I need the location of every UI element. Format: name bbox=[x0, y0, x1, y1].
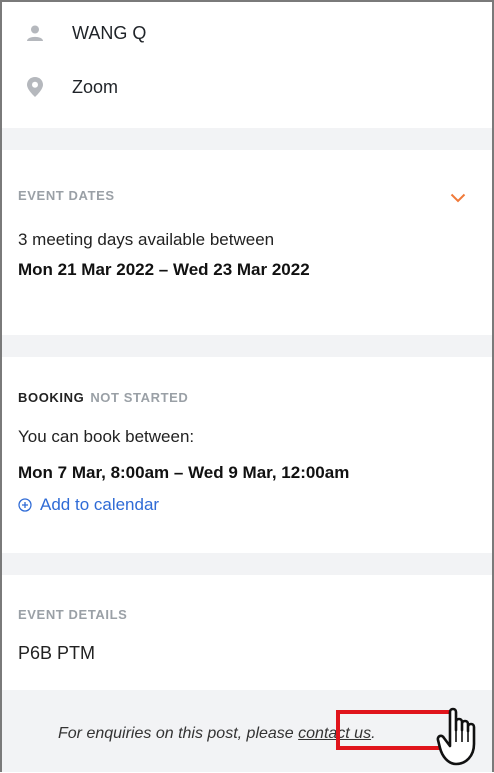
event-dates-range: Mon 21 Mar 2022 – Wed 23 Mar 2022 bbox=[18, 260, 310, 279]
location-row: Zoom bbox=[2, 60, 492, 114]
booking-heading: BOOKING NOT STARTED bbox=[18, 390, 188, 405]
location-value: Zoom bbox=[72, 76, 119, 97]
add-circle-icon bbox=[18, 498, 32, 512]
event-details-heading: EVENT DETAILS bbox=[18, 607, 128, 622]
footer-prefix: For enquiries on this post, please bbox=[58, 725, 299, 742]
booking-label: BOOKING bbox=[18, 390, 85, 405]
event-dates-summary: 3 meeting days available between bbox=[18, 230, 275, 249]
event-dates-heading: EVENT DATES bbox=[18, 188, 115, 203]
pointing-hand-icon bbox=[436, 704, 492, 773]
section-divider bbox=[2, 335, 492, 357]
organizer-row: WANG Q bbox=[2, 6, 492, 60]
event-detail-screen: WANG Q Zoom EVENT DATES 3 meeting days a… bbox=[0, 0, 494, 772]
location-pin-icon bbox=[24, 76, 46, 98]
booking-section: BOOKING NOT STARTED You can book between:… bbox=[2, 357, 492, 545]
event-details-section: EVENT DETAILS P6B PTM bbox=[2, 575, 492, 695]
booking-status-badge: NOT STARTED bbox=[90, 390, 189, 405]
chevron-down-icon[interactable] bbox=[450, 190, 466, 208]
footer-enquiry-text: For enquiries on this post, please conta… bbox=[58, 725, 376, 743]
person-icon bbox=[24, 22, 46, 44]
booking-window: Mon 7 Mar, 8:00am – Wed 9 Mar, 12:00am bbox=[18, 463, 350, 482]
add-to-calendar-link[interactable]: Add to calendar bbox=[18, 495, 159, 515]
organizer-name: WANG Q bbox=[72, 22, 147, 43]
section-divider bbox=[2, 553, 492, 575]
footer: For enquiries on this post, please conta… bbox=[2, 690, 492, 772]
event-dates-section[interactable]: EVENT DATES 3 meeting days available bet… bbox=[2, 150, 492, 310]
booking-intro: You can book between: bbox=[18, 427, 195, 446]
add-to-calendar-label: Add to calendar bbox=[40, 495, 160, 514]
event-details-value: P6B PTM bbox=[18, 643, 96, 663]
section-divider bbox=[2, 128, 492, 150]
